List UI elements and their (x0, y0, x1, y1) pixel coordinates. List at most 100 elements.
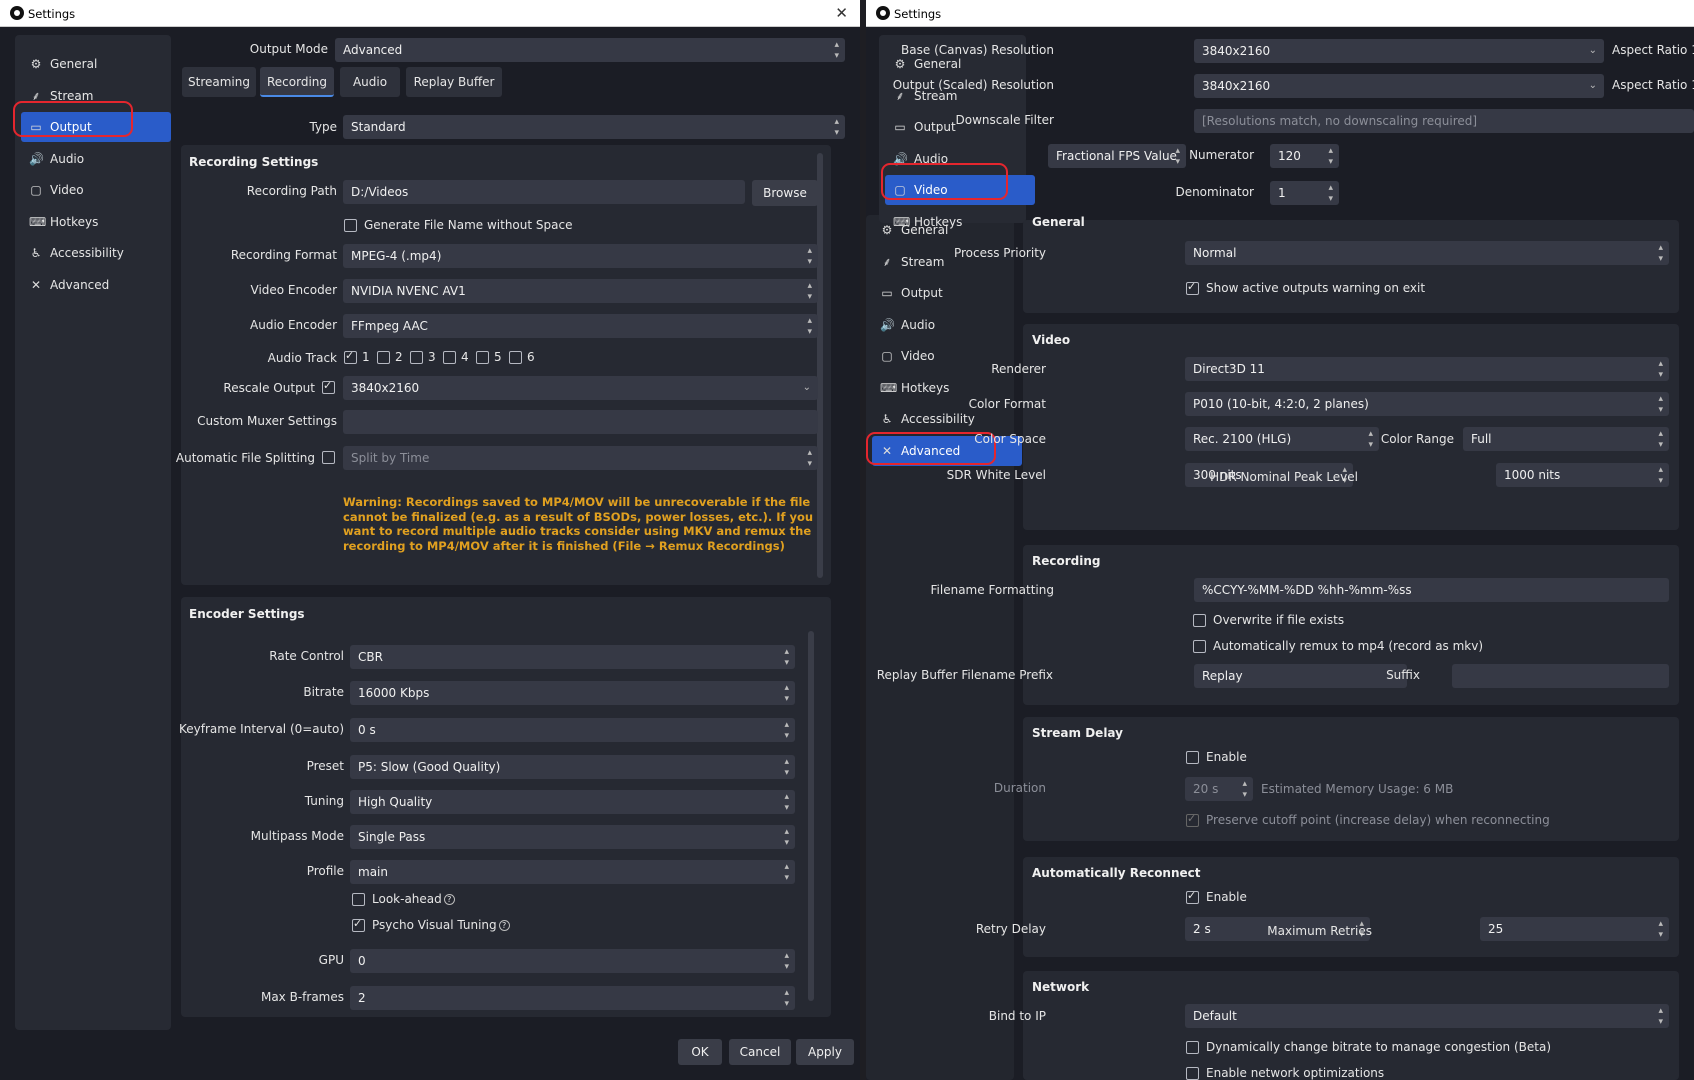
color-format-select[interactable]: P010 (10-bit, 4:2:0, 2 planes) ▴ ▾ (1185, 392, 1669, 416)
max-retries-spin[interactable]: 25 ▴ ▾ (1480, 917, 1669, 941)
multipass-mode-select[interactable]: Single Pass ▴ ▾ (350, 825, 795, 849)
ok-button[interactable]: OK (678, 1039, 722, 1065)
downscale-filter-select[interactable]: [Resolutions match, no downscaling requi… (1194, 109, 1694, 133)
suffix-label: Suffix (1386, 668, 1420, 682)
close-icon[interactable]: ✕ (835, 4, 848, 22)
audio-track-3-checkbox[interactable] (410, 351, 423, 364)
color-space-select[interactable]: Rec. 2100 (HLG) ▴ ▾ (1185, 427, 1379, 451)
type-label: Type (309, 120, 337, 134)
aspect-ratio-base: Aspect Ratio 16 (1612, 43, 1694, 57)
settings-sidebar: ⚙ General ⸙ Stream ▭ Output 🔊 Audio ▢ Video ⌨ Hotke… (15, 35, 171, 1030)
tuning-select[interactable]: High Quality ▴ ▾ (350, 790, 795, 814)
bind-ip-label: Bind to IP (988, 1009, 1046, 1023)
rate-control-select[interactable]: CBR ▴ ▾ (350, 645, 795, 669)
audio-encoder-label: Audio Encoder (250, 318, 337, 332)
rescale-output-label: Rescale Output (223, 381, 315, 395)
sidebar-item-audio[interactable]: 🔊 Audio (872, 310, 1022, 340)
scrollbar[interactable] (808, 631, 814, 1001)
fps-type-select[interactable]: Fractional FPS Value ▴ ▾ (1048, 144, 1186, 168)
downscale-filter-label: Downscale Filter (955, 113, 1054, 127)
replay-prefix-input[interactable]: Replay (1194, 664, 1407, 688)
audio-track-4-label: 4 (461, 350, 469, 364)
hdr-peak-spin[interactable]: 1000 nits ▴ ▾ (1496, 463, 1669, 487)
renderer-select[interactable]: Direct3D 11 ▴ ▾ (1185, 357, 1669, 381)
audio-encoder-select[interactable]: FFmpeg AAC ▴ ▾ (343, 314, 818, 338)
preset-select[interactable]: P5: Slow (Good Quality) ▴ ▾ (350, 755, 795, 779)
audio-track-4-checkbox[interactable] (443, 351, 456, 364)
tab-recording[interactable]: Recording (260, 67, 334, 97)
type-select[interactable]: Standard ▴ ▾ (343, 115, 845, 139)
bitrate-select[interactable]: 16000 Kbps ▴ ▾ (350, 681, 795, 705)
output-resolution-select[interactable]: 3840x2160 ⌄ (1194, 74, 1604, 98)
sidebar-item-general[interactable]: ⚙ General (21, 49, 171, 79)
output-mode-select[interactable]: Advanced ▴ ▾ (335, 38, 845, 62)
general-panel (1023, 220, 1679, 313)
sdr-white-label: SDR White Level (946, 468, 1046, 482)
replay-prefix-label: Replay Buffer Filename Prefix (876, 668, 1053, 682)
profile-select[interactable]: main ▴ ▾ (350, 860, 795, 884)
bind-ip-select[interactable]: Default ▴ ▾ (1185, 1004, 1669, 1028)
duration-spin[interactable]: 20 s ▴ ▾ (1185, 777, 1253, 801)
tab-audio[interactable]: Audio (340, 67, 400, 97)
suffix-input[interactable] (1452, 664, 1669, 688)
base-resolution-select[interactable]: 3840x2160 ⌄ (1194, 39, 1604, 63)
recording-path-input[interactable]: D:/Videos (343, 180, 745, 204)
highlight-ring (13, 101, 133, 137)
audio-track-2-checkbox[interactable] (377, 351, 390, 364)
sidebar-item-hotkeys[interactable]: ⌨ Hotkeys (21, 207, 171, 237)
tab-streaming[interactable]: Streaming (182, 67, 256, 97)
process-priority-label: Process Priority (953, 246, 1046, 260)
audio-track-1-checkbox[interactable] (344, 349, 357, 364)
cancel-button[interactable]: Cancel (729, 1039, 791, 1065)
recording-format-select[interactable]: MPEG-4 (.mp4) ▴ ▾ (343, 244, 818, 268)
stream-delay-enable-checkbox[interactable] (1186, 751, 1199, 764)
filename-format-label: Filename Formatting (930, 583, 1054, 597)
sidebar-item-output[interactable]: ▭ Output (872, 278, 1022, 308)
color-range-select[interactable]: Full ▴ ▾ (1463, 427, 1669, 451)
gen-filename-checkbox[interactable] (344, 219, 357, 232)
gpu-select[interactable]: 0 ▴ ▾ (350, 949, 795, 973)
preserve-cutoff-checkbox[interactable] (1186, 812, 1199, 827)
reconnect-enable-label: Enable (1206, 890, 1247, 904)
preset-label: Preset (306, 759, 344, 773)
dynamic-bitrate-checkbox[interactable] (1186, 1041, 1199, 1054)
max-bframes-value: 2 (358, 991, 366, 1005)
sidebar-item-advanced[interactable]: ✕ Advanced (21, 270, 171, 300)
general-title: General (1032, 215, 1085, 229)
overwrite-checkbox[interactable] (1193, 614, 1206, 627)
file-splitting-checkbox[interactable] (322, 451, 335, 464)
apply-button[interactable]: Apply (796, 1039, 854, 1065)
sidebar-item-video[interactable]: ▢ Video (21, 175, 171, 205)
psycho-visual-checkbox[interactable] (352, 917, 365, 932)
sidebar-item-accessibility[interactable]: ♿ Accessibility (21, 238, 171, 268)
sidebar-item-audio[interactable]: 🔊 Audio (21, 144, 171, 174)
video-encoder-select[interactable]: NVIDIA NVENC AV1 ▴ ▾ (343, 279, 818, 303)
lookahead-checkbox[interactable] (352, 893, 365, 906)
aspect-ratio-output: Aspect Ratio 16 (1612, 78, 1694, 92)
rescale-output-select[interactable]: 3840x2160 ⌄ (343, 376, 818, 400)
process-priority-select[interactable]: Normal ▴ ▾ (1185, 241, 1669, 265)
show-warning-checkbox[interactable] (1186, 280, 1199, 295)
multipass-mode-value: Single Pass (358, 830, 426, 844)
file-splitting-select[interactable]: Split by Time ▴ ▾ (343, 446, 818, 470)
denominator-spin[interactable]: 1 ▴ ▾ (1270, 181, 1339, 205)
keyframe-interval-select[interactable]: 0 s ▴ ▾ (350, 718, 795, 742)
auto-remux-checkbox[interactable] (1193, 640, 1206, 653)
output-mode-label: Output Mode (249, 42, 328, 56)
filename-format-input[interactable]: %CCYY-%MM-%DD %hh-%mm-%ss (1194, 578, 1669, 602)
numerator-spin[interactable]: 120 ▴ ▾ (1270, 144, 1339, 168)
obs-logo-icon (876, 6, 890, 20)
reconnect-enable-checkbox[interactable] (1186, 889, 1199, 904)
max-bframes-select[interactable]: 2 ▴ ▾ (350, 986, 795, 1010)
browse-button[interactable]: Browse (752, 180, 818, 206)
sidebar-item-label: Audio (901, 317, 936, 332)
audio-track-5-checkbox[interactable] (476, 351, 489, 364)
custom-muxer-input[interactable] (343, 410, 818, 434)
audio-track-6-checkbox[interactable] (509, 351, 522, 364)
sidebar-item-label: Audio (50, 151, 85, 166)
sidebar-item-hotkeys[interactable]: ⌨ Hotkeys (885, 207, 1035, 237)
tab-replay-buffer[interactable]: Replay Buffer (406, 67, 502, 97)
updown-icon: ▴ ▾ (784, 720, 789, 741)
rescale-output-checkbox[interactable] (322, 379, 335, 394)
network-opt-checkbox[interactable] (1186, 1067, 1199, 1080)
